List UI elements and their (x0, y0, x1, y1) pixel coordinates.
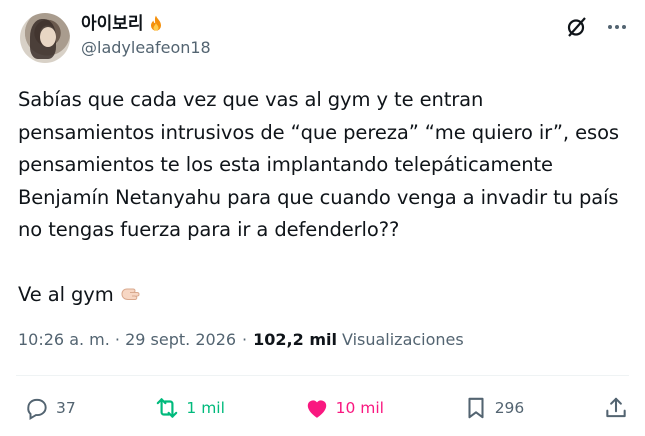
author-block: 아이보리 @ladyleafeon18 (81, 13, 211, 59)
share-button[interactable] (603, 395, 629, 421)
like-count: 10 mil (335, 399, 384, 417)
repost-button[interactable]: 1 mil (154, 395, 225, 421)
meta-separator: · (242, 330, 248, 349)
views-label: Visualizaciones (341, 330, 464, 349)
display-name[interactable]: 아이보리 (81, 13, 144, 35)
share-icon (606, 397, 626, 418)
grok-icon[interactable] (565, 15, 589, 39)
reply-count: 37 (56, 399, 76, 417)
action-bar: 37 1 mil 10 mil 296 (24, 392, 629, 424)
repost-icon (157, 398, 178, 418)
tweet-body: Sabías que cada vez que vas al gym y te … (18, 88, 619, 306)
more-icon[interactable] (605, 15, 629, 39)
author-handle[interactable]: @ladyleafeon18 (81, 37, 211, 59)
tweet-meta: 10:26 a. m. · 29 sept. 2026 · 102,2 mil … (18, 328, 464, 352)
repost-count: 1 mil (186, 399, 225, 417)
like-button[interactable]: 10 mil (304, 395, 384, 421)
tweet-text: Sabías que cada vez que vas al gym y te … (18, 84, 628, 316)
tweet-header: 아이보리 @ladyleafeon18 (16, 13, 629, 69)
like-icon (307, 400, 326, 418)
timestamp[interactable]: 10:26 a. m. · 29 sept. 2026 (18, 328, 236, 352)
bookmark-icon (468, 397, 484, 419)
pointing-hand-icon (118, 281, 142, 316)
bookmark-button[interactable]: 296 (463, 395, 525, 421)
fire-icon (146, 14, 166, 34)
reply-icon (27, 398, 47, 421)
divider (16, 375, 629, 376)
avatar[interactable] (20, 13, 70, 63)
reply-button[interactable]: 37 (24, 395, 76, 421)
author-name-row[interactable]: 아이보리 (81, 13, 211, 35)
header-actions (565, 15, 629, 39)
bookmark-count: 296 (494, 399, 525, 417)
views-count: 102,2 mil (253, 330, 337, 349)
